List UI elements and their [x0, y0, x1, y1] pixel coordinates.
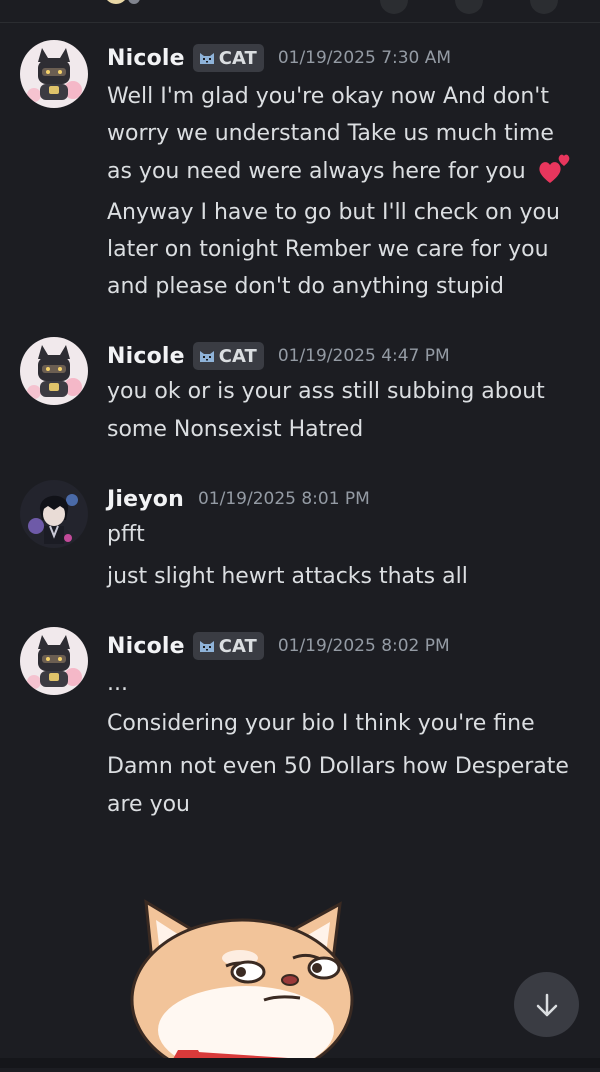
jump-to-latest-button[interactable] — [514, 972, 579, 1037]
message-line-text: as you need were always here for you — [107, 159, 526, 184]
message-line: some Nonsexist Hatred — [107, 417, 364, 442]
message-line: just slight hewrt attacks thats all — [107, 564, 468, 589]
cat-face-icon — [199, 641, 214, 652]
server-tag-badge[interactable]: CAT — [192, 342, 264, 370]
cat-face-icon — [199, 351, 214, 362]
arrow-down-icon — [536, 993, 557, 1016]
shiba-dog-sticker[interactable] — [128, 880, 358, 1072]
server-tag-label: CAT — [218, 635, 257, 657]
timestamp[interactable]: 01/19/2025 8:01 PM — [198, 489, 370, 509]
message-line: later on tonight Rember we care for you — [107, 237, 549, 262]
avatar[interactable] — [20, 480, 88, 548]
timestamp[interactable]: 01/19/2025 8:02 PM — [278, 636, 450, 656]
server-tag-label: CAT — [218, 47, 257, 69]
bottom-bar-fragment — [0, 1058, 600, 1068]
message-line: Anyway I have to go but I'll check on yo… — [107, 200, 560, 225]
cat-face-icon — [199, 53, 214, 64]
server-tag-badge[interactable]: CAT — [192, 44, 264, 72]
message-line: and please don't do anything stupid — [107, 274, 505, 299]
username[interactable]: Nicole — [107, 634, 185, 659]
toolbar-button-fragment[interactable] — [380, 0, 408, 14]
server-tag-badge[interactable]: CAT — [192, 632, 264, 660]
server-tag-label: CAT — [218, 345, 257, 367]
message-line: Well I'm glad you're okay now And don't — [107, 84, 549, 109]
username[interactable]: Nicole — [107, 344, 185, 369]
message-line: ... — [107, 671, 128, 696]
timestamp[interactable]: 01/19/2025 7:30 AM — [278, 48, 451, 68]
reaction-emoji-fragment[interactable] — [104, 0, 128, 4]
two-hearts-icon — [539, 154, 570, 183]
avatar[interactable] — [20, 40, 88, 108]
timestamp[interactable]: 01/19/2025 4:47 PM — [278, 346, 450, 366]
message-line: pfft — [107, 522, 145, 547]
toolbar-button-fragment[interactable] — [530, 0, 558, 14]
message-line: worry we understand Take us much time — [107, 121, 554, 146]
username[interactable]: Nicole — [107, 46, 185, 71]
message-line: are you — [107, 792, 190, 817]
reaction-count-fragment[interactable] — [128, 0, 140, 4]
message-line: you ok or is your ass still subbing abou… — [107, 379, 545, 404]
message-line: Damn not even 50 Dollars how Desperate — [107, 754, 569, 779]
toolbar-button-fragment[interactable] — [455, 0, 483, 14]
username[interactable]: Jieyon — [107, 487, 184, 512]
top-toolbar-fragment — [0, 0, 600, 23]
avatar[interactable] — [20, 337, 88, 405]
message-line-with-emoji: as you need were always here for you — [107, 152, 573, 191]
avatar[interactable] — [20, 627, 88, 695]
message-line: Considering your bio I think you're fine — [107, 711, 535, 736]
